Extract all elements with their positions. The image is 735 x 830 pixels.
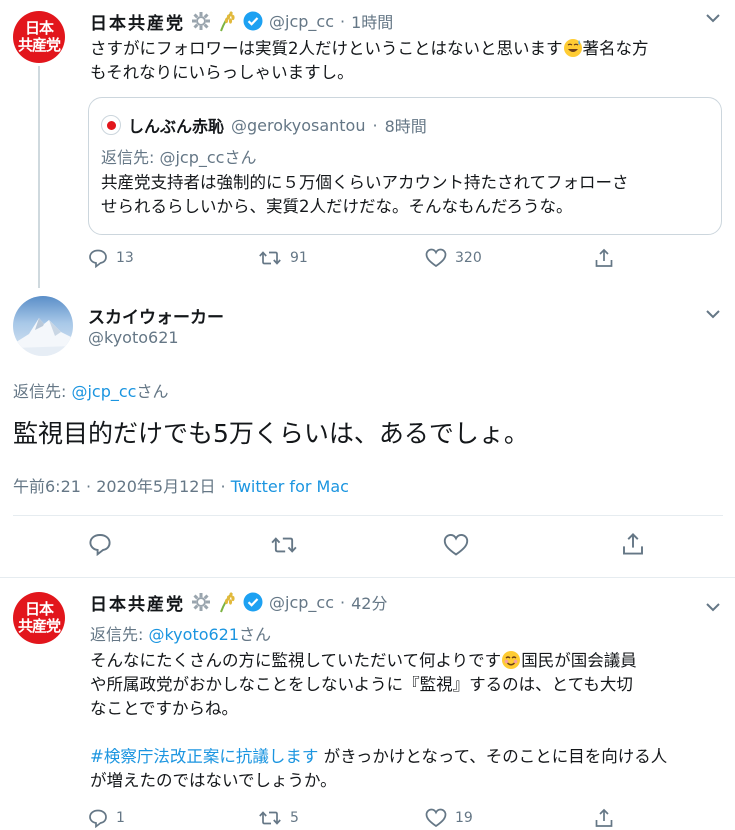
main-like-button[interactable] [443,533,469,561]
like-button[interactable]: 19 [425,808,473,828]
retweet-icon [258,808,282,828]
quote-reply-to: 返信先: @jcp_ccさん [101,148,257,167]
reply-button[interactable]: 1 [88,808,125,828]
share-button[interactable] [594,248,614,268]
tweet1-text: さすがにフォロワーは実質2人だけということはないと思います 著名な方 もそれなりに… [90,38,649,82]
avatar[interactable]: 日本 共産党 [13,592,65,644]
reply-button[interactable]: 13 [88,248,134,268]
quote-avatar [101,115,121,135]
main-retweet-button[interactable] [270,533,298,561]
retweet-button[interactable]: 5 [258,808,299,828]
reply-count: 13 [116,250,134,266]
quote-separator-dot: · [372,115,378,135]
retweet-count: 5 [290,810,299,826]
main-share-button[interactable] [621,532,645,560]
reply-to-link[interactable]: @kyoto621 [148,625,239,644]
mountain-photo [13,318,73,356]
chevron-down-icon[interactable] [705,597,721,616]
author-name[interactable]: 日本共産党 [90,9,185,34]
main-tweet-text: 監視目的だけでも5万くらいは、あるでしょ。 [13,419,529,448]
heart-icon [425,808,447,828]
gear-flower-icon [191,592,211,612]
main-timestamp: 午前6:21 · 2020年5月12日 · Twitter for Mac [13,477,349,496]
like-button[interactable]: 320 [425,248,482,268]
handle[interactable]: @jcp_cc [269,12,334,31]
smiling-emoji-icon [501,650,521,670]
hashtag-link[interactable]: #検察庁法改正案に抗議します [90,747,318,766]
chevron-down-icon[interactable] [705,304,721,323]
gear-flower-icon [191,11,211,31]
main-author-name[interactable]: スカイウォーカー [88,303,224,328]
quote-header: しんぶん赤恥 @gerokyosantou · 8時間 [101,113,427,137]
quote-text: 共産党支持者は強制的に５万個くらいアカウント持たされてフォローさ せられるらしい… [101,173,629,216]
divider [13,515,723,516]
retweet-button[interactable]: 91 [258,248,308,268]
source-link[interactable]: Twitter for Mac [231,477,349,496]
chevron-down-icon[interactable] [705,13,721,23]
reply-to-link[interactable]: @jcp_cc [71,382,136,401]
verified-icon [243,592,263,612]
quote-tweet[interactable]: しんぶん赤恥 @gerokyosantou · 8時間 返信先: @jcp_cc… [88,97,722,235]
reply-icon [89,534,111,557]
main-reply-to: 返信先: @jcp_ccさん [13,382,169,401]
retweet-icon [271,537,297,553]
like-count: 320 [455,250,482,266]
reply-icon [88,808,108,828]
retweet-icon [258,248,282,268]
thread-line [38,66,40,288]
main-reply-button[interactable] [88,532,112,560]
separator-dot: · [340,592,346,612]
avatar[interactable]: 日本 共産党 [13,11,65,63]
author-name[interactable]: 日本共産党 [90,590,185,615]
verified-icon [243,11,263,31]
main-handle[interactable]: @kyoto621 [88,328,179,347]
heart-icon [443,534,469,556]
share-icon [594,808,614,828]
separator-dot: · [340,11,346,31]
share-button[interactable] [594,808,614,828]
quote-timestamp: 8時間 [384,117,427,136]
heart-icon [425,248,447,268]
tweet3-header: 日本共産党 @jcp_cc · 42分 [90,590,387,615]
tweet1-header: 日本共産党 @jcp_cc · 1時間 [90,9,393,34]
handle[interactable]: @jcp_cc [269,593,334,612]
reply-count: 1 [116,810,125,826]
sweat-smile-emoji-icon [563,38,583,58]
retweet-count: 91 [290,250,308,266]
rice-icon [217,591,237,613]
share-icon [594,248,614,268]
quote-handle: @gerokyosantou [231,115,366,135]
tweet3-reply-to: 返信先: @kyoto621さん [90,625,272,644]
like-count: 19 [455,810,473,826]
rice-icon [217,10,237,32]
tweet3-text: そんなにたくさんの方に監視していただいて何よりです 国民が国会議員 や所属政党がお… [90,650,668,790]
share-icon [623,533,643,555]
quote-author-name: しんぶん赤恥 [128,117,225,136]
timestamp[interactable]: 1時間 [351,9,393,33]
divider [0,577,735,578]
timestamp[interactable]: 42分 [351,590,387,614]
avatar[interactable] [13,296,73,356]
reply-icon [88,248,108,268]
